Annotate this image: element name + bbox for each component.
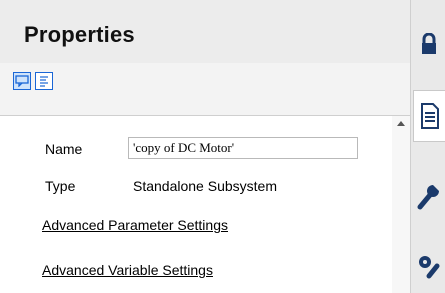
- type-value: Standalone Subsystem: [133, 178, 277, 194]
- type-label: Type: [45, 178, 76, 194]
- comment-view-button[interactable]: [13, 72, 31, 90]
- wrench-tab[interactable]: [413, 170, 445, 222]
- name-label: Name: [45, 141, 83, 157]
- vertical-scrollbar[interactable]: [392, 116, 410, 293]
- lock-icon: [422, 33, 436, 54]
- list-view-icon: [40, 76, 48, 87]
- lock-tab[interactable]: [413, 18, 445, 70]
- name-field[interactable]: [128, 137, 358, 159]
- panel-header: Properties: [0, 0, 410, 63]
- panel-title: Properties: [24, 22, 135, 47]
- list-view-button[interactable]: [35, 72, 53, 90]
- advanced-parameter-settings-link[interactable]: Advanced Parameter Settings: [42, 217, 228, 233]
- properties-toolbar: [0, 63, 410, 116]
- document-tab[interactable]: [413, 90, 445, 142]
- properties-panel: Properties Name Type Standalone Subsyste…: [0, 0, 411, 293]
- advanced-variable-settings-link[interactable]: Advanced Variable Settings: [42, 262, 213, 278]
- wrench-icon: [417, 185, 439, 210]
- comment-view-icon: [15, 75, 29, 87]
- gear-wrench-icon: [419, 256, 440, 279]
- scroll-up-button[interactable]: [395, 118, 407, 128]
- document-icon: [420, 103, 439, 129]
- gear-wrench-tab[interactable]: [413, 240, 445, 292]
- scroll-up-arrow-icon: [397, 121, 405, 126]
